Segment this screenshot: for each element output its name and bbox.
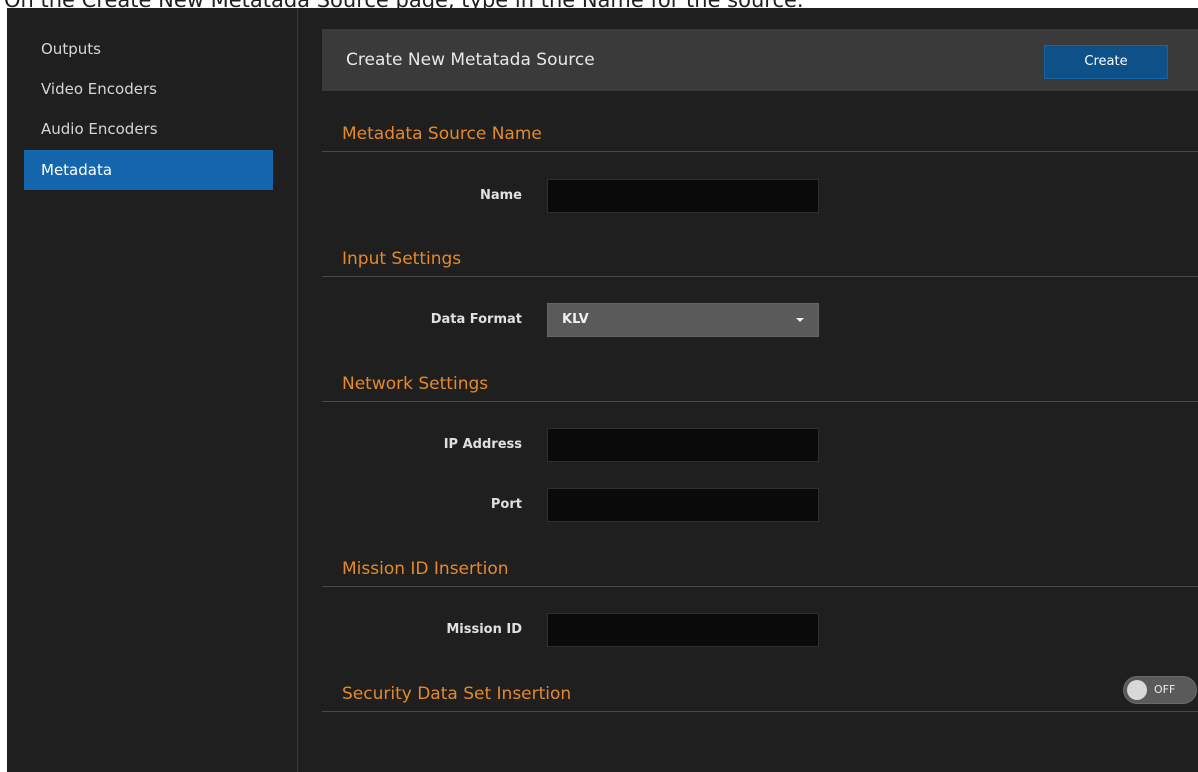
- ip-address-input[interactable]: [547, 428, 819, 462]
- section-title: Input Settings: [342, 249, 462, 269]
- port-label: Port: [490, 497, 522, 512]
- sidebar-item-outputs[interactable]: Outputs: [24, 29, 273, 69]
- main-content: Create New Metatada Source Create Metada…: [322, 8, 1198, 772]
- section-title: Metadata Source Name: [342, 124, 542, 144]
- sidebar-item-audio-encoders[interactable]: Audio Encoders: [24, 109, 273, 149]
- data-format-label: Data Format: [430, 312, 522, 327]
- data-format-value: KLV: [562, 312, 589, 327]
- name-input[interactable]: [547, 179, 819, 213]
- section-title: Mission ID Insertion: [342, 559, 509, 579]
- section-security-data-set-insertion: Security Data Set Insertion: [322, 668, 1198, 712]
- port-input[interactable]: [547, 488, 819, 522]
- section-input-settings: Input Settings: [322, 233, 1198, 277]
- ip-address-label: IP Address: [443, 437, 522, 452]
- sidebar-nav: Outputs Video Encoders Audio Encoders Me…: [7, 8, 298, 772]
- data-format-select[interactable]: KLV: [547, 303, 819, 337]
- name-label: Name: [479, 188, 522, 203]
- page-header: Create New Metatada Source Create: [322, 29, 1198, 91]
- section-metadata-source-name: Metadata Source Name: [322, 108, 1198, 152]
- toggle-state-label: OFF: [1154, 683, 1176, 696]
- page-title: Create New Metatada Source: [346, 50, 595, 70]
- section-title: Network Settings: [342, 374, 489, 394]
- section-mission-id-insertion: Mission ID Insertion: [322, 543, 1198, 587]
- sidebar-item-video-encoders[interactable]: Video Encoders: [24, 69, 273, 109]
- mission-id-input[interactable]: [547, 613, 819, 647]
- section-network-settings: Network Settings: [322, 358, 1198, 402]
- security-data-set-toggle[interactable]: OFF: [1123, 676, 1197, 704]
- chevron-down-icon: [796, 318, 804, 322]
- mission-id-label: Mission ID: [446, 622, 522, 637]
- sidebar-item-metadata[interactable]: Metadata: [24, 150, 273, 190]
- create-button[interactable]: Create: [1044, 45, 1168, 79]
- app-window: Outputs Video Encoders Audio Encoders Me…: [7, 8, 1198, 772]
- toggle-knob-icon: [1127, 680, 1147, 700]
- section-title: Security Data Set Insertion: [342, 684, 572, 704]
